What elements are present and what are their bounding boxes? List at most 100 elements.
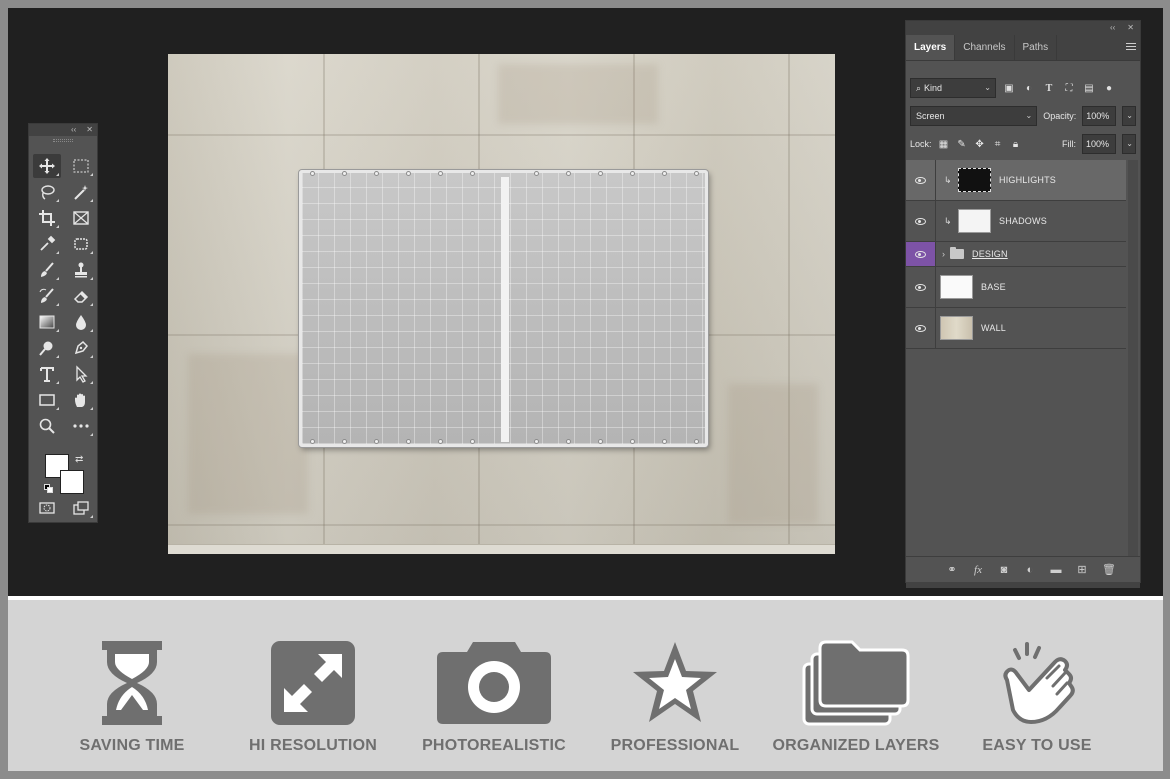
default-colors-icon[interactable] [44, 484, 53, 493]
layers-panel-grip[interactable] [906, 582, 1140, 588]
add-mask-icon[interactable]: ◙ [998, 564, 1010, 576]
lock-transparent-icon[interactable]: ▦ [938, 138, 950, 150]
swap-colors-icon[interactable]: ⇄ [75, 454, 83, 465]
quick-mask-tool[interactable] [33, 496, 61, 520]
layers-panel-header: ‹‹ ✕ [906, 21, 1140, 35]
eraser-icon [73, 290, 89, 303]
link-layers-icon[interactable]: ⚭ [946, 563, 958, 576]
brush-icon [41, 262, 54, 277]
background-color-swatch[interactable] [60, 470, 84, 494]
screen-mode-tool[interactable] [67, 496, 95, 520]
visibility-toggle[interactable] [906, 267, 936, 307]
move-tool[interactable] [33, 154, 61, 178]
document-canvas[interactable] [168, 54, 835, 554]
stamp-icon [75, 262, 87, 278]
grommet [534, 439, 539, 444]
expand-icon [271, 641, 355, 725]
filter-kind-select[interactable]: ⌕ Kind ⌄ [910, 78, 996, 98]
zoom-tool[interactable] [33, 414, 61, 438]
type-filter-icon[interactable]: T [1042, 81, 1056, 95]
layer-row-wall[interactable]: WALL [906, 308, 1126, 349]
magic-wand-tool[interactable] [67, 180, 95, 204]
visibility-toggle[interactable] [906, 160, 936, 200]
clipping-mask-icon: ↳ [944, 174, 952, 185]
frame-tool[interactable] [67, 206, 95, 230]
layer-list: ↳ HIGHLIGHTS ↳ SHADOWS › DESIGN BASE WAL… [906, 160, 1126, 349]
features-strip: SAVING TIME HI RESOLUTION PHOTOREALISTIC [8, 600, 1163, 771]
tools-panel-grip[interactable] [29, 136, 97, 144]
tab-channels[interactable]: Channels [955, 35, 1015, 60]
layer-row-shadows[interactable]: ↳ SHADOWS [906, 201, 1126, 242]
drop-icon [76, 315, 86, 330]
arrow-cursor-icon [76, 365, 88, 383]
tab-paths[interactable]: Paths [1015, 35, 1058, 60]
new-layer-icon[interactable]: ⊞ [1076, 563, 1088, 576]
type-tool[interactable] [33, 362, 61, 386]
blend-row: Screen ⌄ Opacity: 100% ⌄ [910, 106, 1136, 126]
layers-scrollbar[interactable] [1128, 160, 1138, 560]
opacity-field[interactable]: 100% [1082, 106, 1117, 126]
panel-menu-icon[interactable] [1126, 43, 1136, 53]
gradient-tool[interactable] [33, 310, 61, 334]
fill-label: Fill: [1062, 139, 1076, 149]
grommet [310, 439, 315, 444]
grommet [662, 171, 667, 176]
close-icon[interactable]: ✕ [1127, 24, 1134, 32]
brush-tool[interactable] [33, 258, 61, 282]
opacity-dropdown[interactable]: ⌄ [1122, 106, 1136, 126]
feature-label: SAVING TIME [79, 737, 185, 754]
fill-value: 100% [1086, 139, 1110, 149]
layer-row-highlights[interactable]: ↳ HIGHLIGHTS [906, 160, 1126, 201]
lock-row: Lock: ▦ ✎ ✥ ⌗ 🔒︎ Fill: 100% ⌄ [910, 134, 1136, 154]
edit-toolbar-tool[interactable] [67, 414, 95, 438]
visibility-toggle[interactable] [906, 201, 936, 241]
lock-position-icon[interactable]: ✥ [974, 138, 986, 150]
grommet [566, 439, 571, 444]
stamp-tool[interactable] [67, 258, 95, 282]
collapse-icon[interactable]: ‹‹ [71, 126, 76, 134]
crop-tool[interactable] [33, 206, 61, 230]
adjustment-filter-icon[interactable]: ◐ [1022, 81, 1036, 95]
layer-row-base[interactable]: BASE [906, 267, 1126, 308]
patch-icon [74, 238, 88, 250]
image-filter-icon[interactable]: ▣ [1002, 81, 1016, 95]
shape-filter-icon[interactable]: ⛶ [1062, 81, 1076, 95]
blend-mode-select[interactable]: Screen ⌄ [910, 106, 1038, 126]
visibility-toggle[interactable] [906, 308, 936, 348]
layer-style-icon[interactable]: fx [972, 564, 984, 576]
grommet [630, 439, 635, 444]
filter-toggle-icon[interactable]: ● [1102, 81, 1116, 95]
fill-dropdown[interactable]: ⌄ [1122, 134, 1136, 154]
tab-layers[interactable]: Layers [906, 35, 956, 60]
layer-row-design[interactable]: › DESIGN [906, 242, 1126, 267]
collapse-icon[interactable]: ‹‹ [1110, 24, 1115, 32]
marquee-tool[interactable] [67, 154, 95, 178]
eyedropper-tool[interactable] [33, 232, 61, 256]
path-selection-tool[interactable] [67, 362, 95, 386]
blur-tool[interactable] [67, 310, 95, 334]
photoshop-workspace: ‹‹ ✕ ⇄ ‹‹ ✕ Layers Channels Paths ⌕ Kind… [8, 8, 1163, 596]
eraser-tool[interactable] [67, 284, 95, 308]
layer-name: HIGHLIGHTS [999, 175, 1057, 185]
smart-object-filter-icon[interactable]: ▤ [1082, 81, 1096, 95]
close-icon[interactable]: ✕ [86, 126, 93, 134]
fill-field[interactable]: 100% [1082, 134, 1116, 154]
chevron-right-icon[interactable]: › [942, 249, 945, 259]
visibility-toggle[interactable] [906, 242, 936, 266]
lock-all-icon[interactable]: 🔒︎ [1010, 138, 1022, 150]
hand-tool[interactable] [67, 388, 95, 412]
history-brush-tool[interactable] [33, 284, 61, 308]
delete-layer-icon[interactable]: 🗑︎ [1102, 563, 1116, 576]
lasso-tool[interactable] [33, 180, 61, 204]
history-brush-icon [39, 288, 54, 303]
feature-label: PROFESSIONAL [610, 737, 740, 754]
rectangle-tool[interactable] [33, 388, 61, 412]
layer-thumbnail [940, 316, 973, 340]
pen-tool[interactable] [67, 336, 95, 360]
lock-artboard-icon[interactable]: ⌗ [992, 138, 1004, 150]
adjustment-layer-icon[interactable]: ◐ [1024, 564, 1036, 576]
new-group-icon[interactable]: ▬ [1050, 564, 1062, 576]
dodge-tool[interactable] [33, 336, 61, 360]
lock-image-icon[interactable]: ✎ [956, 138, 968, 150]
spot-healing-tool[interactable] [67, 232, 95, 256]
